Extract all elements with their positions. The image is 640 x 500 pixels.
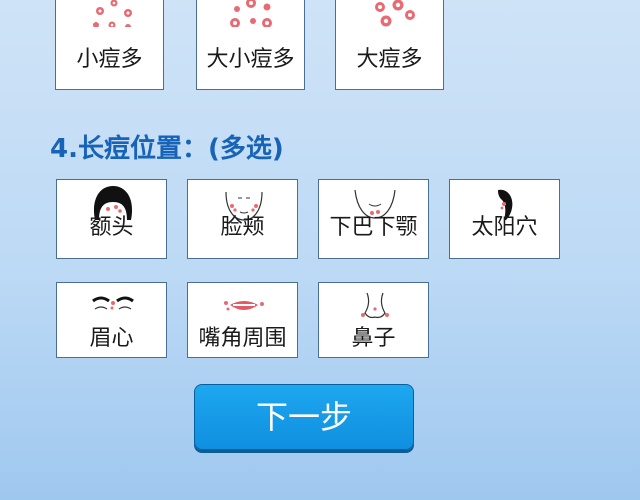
option-mouth[interactable]: 嘴角周围 [187, 282, 298, 358]
acne-dots-icon [93, 0, 132, 27]
option-label: 下巴下颚 [329, 215, 418, 240]
option-forehead[interactable]: 额头 [56, 179, 167, 259]
option-label: 脸颊 [220, 215, 265, 240]
option-label: 太阳穴 [471, 215, 538, 240]
acne-dots-icon [230, 0, 272, 27]
option-nose[interactable]: 鼻子 [318, 282, 429, 358]
option-large-acne[interactable]: 大痘多 [335, 0, 444, 90]
option-label: 嘴角周围 [198, 326, 287, 351]
option-mixed-acne[interactable]: 大小痘多 [196, 0, 305, 90]
option-label: 鼻子 [351, 326, 396, 351]
option-label: 眉心 [89, 326, 134, 351]
option-cheek[interactable]: 脸颊 [187, 179, 298, 259]
next-step-button[interactable]: 下一步 [194, 384, 414, 450]
option-label: 大小痘多 [206, 47, 295, 72]
option-small-acne[interactable]: 小痘多 [55, 0, 164, 90]
brow-icon [92, 296, 134, 310]
option-label: 大痘多 [356, 47, 423, 72]
option-chin[interactable]: 下巴下颚 [318, 179, 429, 259]
option-label: 额头 [89, 215, 134, 240]
nose-icon [361, 292, 389, 319]
option-brow[interactable]: 眉心 [56, 282, 167, 358]
mouth-icon [224, 301, 264, 311]
acne-dots-icon [375, 0, 415, 27]
option-label: 小痘多 [76, 47, 143, 72]
section-title: 4.长痘位置：(多选) [50, 134, 284, 164]
option-temple[interactable]: 太阳穴 [449, 179, 560, 259]
